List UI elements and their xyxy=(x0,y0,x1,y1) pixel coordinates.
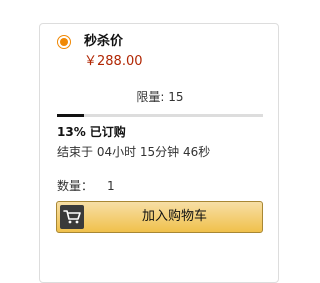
cart-icon xyxy=(60,205,84,229)
quantity-row: 数量： 1 xyxy=(57,179,115,194)
add-to-cart-button[interactable]: 加入购物车 xyxy=(56,201,263,233)
quantity-label: 数量： xyxy=(57,179,94,193)
deal-price: ￥288.00 xyxy=(84,54,143,69)
limit-progress-fill xyxy=(57,114,84,117)
limit-text: 限量: 15 xyxy=(136,90,184,104)
claimed-percent: 13% xyxy=(57,125,86,139)
quantity-value[interactable]: 1 xyxy=(107,179,115,193)
limit-progress-bar xyxy=(57,114,263,117)
countdown-timer: 结束于 04小时 15分钟 46秒 xyxy=(57,145,211,159)
claimed-label: 已订购 xyxy=(89,125,126,139)
claimed-status: 13% 已订购 xyxy=(57,125,126,140)
radio-selected-dot xyxy=(60,38,68,46)
deal-title: 秒杀价 xyxy=(84,34,124,49)
deal-radio-button[interactable] xyxy=(57,35,71,49)
add-to-cart-label: 加入购物车 xyxy=(141,209,207,224)
